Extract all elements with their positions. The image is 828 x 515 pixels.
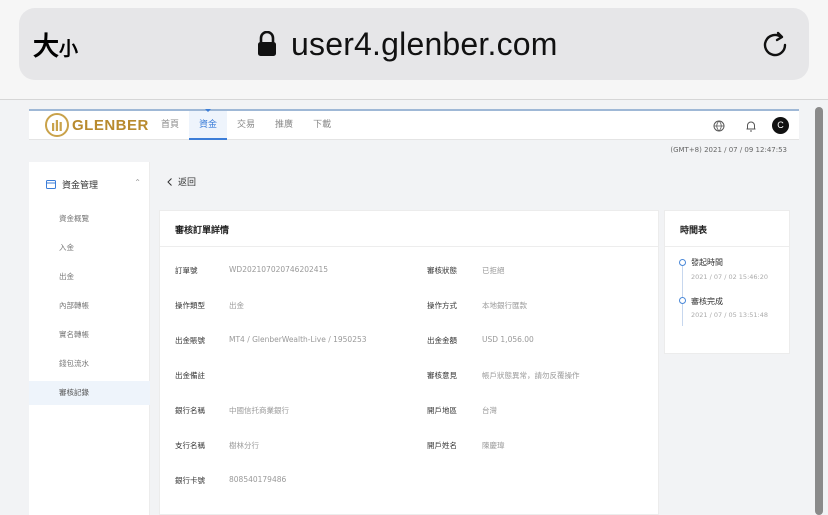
divider: [160, 246, 658, 247]
logo-text: GLENBER: [72, 116, 149, 134]
field-value: 本地銀行匯款: [482, 301, 527, 310]
timeline-title: 時間表: [680, 226, 708, 236]
nav-promotion[interactable]: 推廣: [265, 111, 303, 140]
field-value: WD20210702074620241​5: [229, 265, 329, 274]
sidebar-item-deposit[interactable]: 入金: [29, 236, 150, 260]
text-size-big-label: 大: [33, 32, 60, 62]
scrollbar[interactable]: [815, 107, 823, 515]
field-value: MT4 / GlenberWealth-Live / 1950253: [229, 335, 367, 344]
field-label: 審核意見: [427, 371, 457, 380]
field-value: 陳慶瑋: [482, 441, 505, 450]
chevron-left-icon: [167, 177, 172, 186]
timeline-card: 時間表 發起時間 2021 / 07 / 02 15:46:20 審核完成 20…: [664, 210, 790, 354]
sidebar-item-withdraw[interactable]: 出金: [29, 265, 150, 289]
nav-trade[interactable]: 交易: [227, 111, 265, 140]
field-label: 訂單號: [175, 266, 198, 275]
sidebar-item-wallet-history[interactable]: 錢包流水: [29, 352, 150, 376]
nav-download[interactable]: 下載: [303, 111, 341, 140]
sidebar: 資金管理 ⌃ 資金概覽 入金 出金 內部轉帳 實名轉帳 錢包流水 審核記錄: [29, 162, 150, 515]
address-bar[interactable]: 大小 user4.glenber.com: [19, 8, 809, 80]
bell-icon[interactable]: [744, 119, 758, 133]
avatar[interactable]: C: [772, 117, 789, 134]
sidebar-item-audit-records[interactable]: 審核記錄: [29, 381, 150, 405]
field-label: 出金金額: [427, 336, 457, 345]
field-value: USD 1,056.00: [482, 335, 534, 344]
browser-toolbar: 大小 user4.glenber.com: [0, 0, 828, 100]
status-value: 已拒絕: [482, 266, 505, 275]
field-value: 中國信托商業銀行: [229, 406, 289, 415]
top-nav: GLENBER 首頁 資金 交易 推廣 下載 C: [29, 109, 799, 140]
timeline-dot: [679, 259, 686, 266]
lock-icon: [258, 31, 276, 56]
sidebar-item-realname-transfer[interactable]: 實名轉帳: [29, 323, 150, 347]
nav-home[interactable]: 首頁: [151, 111, 189, 140]
url-text: user4.glenber.com: [291, 25, 558, 62]
sidebar-section-label: 資金管理: [62, 181, 99, 191]
order-detail-card: 審核訂單詳情 訂單號 WD20210702074620241​5 操作類型 出金…: [159, 210, 659, 515]
timeline-event-label: 發起時間: [691, 258, 723, 267]
field-label: 開戶地區: [427, 406, 457, 415]
field-label: 出金賬號: [175, 336, 205, 345]
field-value: 台灣: [482, 406, 497, 415]
back-label: 返回: [178, 178, 197, 188]
nav-funds[interactable]: 資金: [189, 109, 228, 140]
field-label: 操作方式: [427, 301, 457, 310]
server-time: (GMT+8) 2021 / 07 / 09 12:47:53: [670, 146, 787, 154]
field-label: 銀行卡號: [175, 476, 205, 485]
timeline-dot: [679, 297, 686, 304]
sidebar-section-funds[interactable]: 資金管理 ⌃: [46, 178, 141, 191]
logo[interactable]: GLENBER: [45, 113, 149, 137]
field-label: 支行名稱: [175, 441, 205, 450]
chevron-up-icon: ⌃: [134, 178, 141, 187]
field-label: 開戶姓名: [427, 441, 457, 450]
main-menu: 首頁 資金 交易 推廣 下載: [151, 109, 341, 140]
field-value: 帳戶狀態異常，請勿反覆操作: [482, 371, 580, 380]
reload-icon[interactable]: [757, 27, 793, 63]
field-value: 樹林分行: [229, 441, 259, 450]
field-label: 出金備註: [175, 371, 205, 380]
back-button[interactable]: 返回: [166, 175, 196, 188]
wallet-icon: [46, 180, 56, 189]
sidebar-item-overview[interactable]: 資金概覽: [29, 207, 150, 231]
text-size-button[interactable]: 大小: [33, 26, 78, 63]
language-icon[interactable]: [712, 119, 726, 133]
sidebar-item-internal-transfer[interactable]: 內部轉帳: [29, 294, 150, 318]
timeline-line: [682, 264, 683, 326]
timeline-event-time: 2021 / 07 / 02 15:46:20: [691, 273, 768, 281]
field-label: 操作類型: [175, 301, 205, 310]
timeline-event-time: 2021 / 07 / 05 13:51:48: [691, 311, 768, 319]
card-title: 審核訂單詳情: [175, 226, 230, 236]
field-value: 出金: [229, 301, 244, 310]
field-value: 808540179486: [229, 475, 287, 484]
text-size-small-label: 小: [59, 38, 79, 60]
timeline-event-label: 審核完成: [691, 297, 723, 306]
logo-mark-icon: [45, 113, 69, 137]
divider: [665, 246, 789, 247]
field-label: 銀行名稱: [175, 406, 205, 415]
field-label: 審核狀態: [427, 266, 457, 275]
